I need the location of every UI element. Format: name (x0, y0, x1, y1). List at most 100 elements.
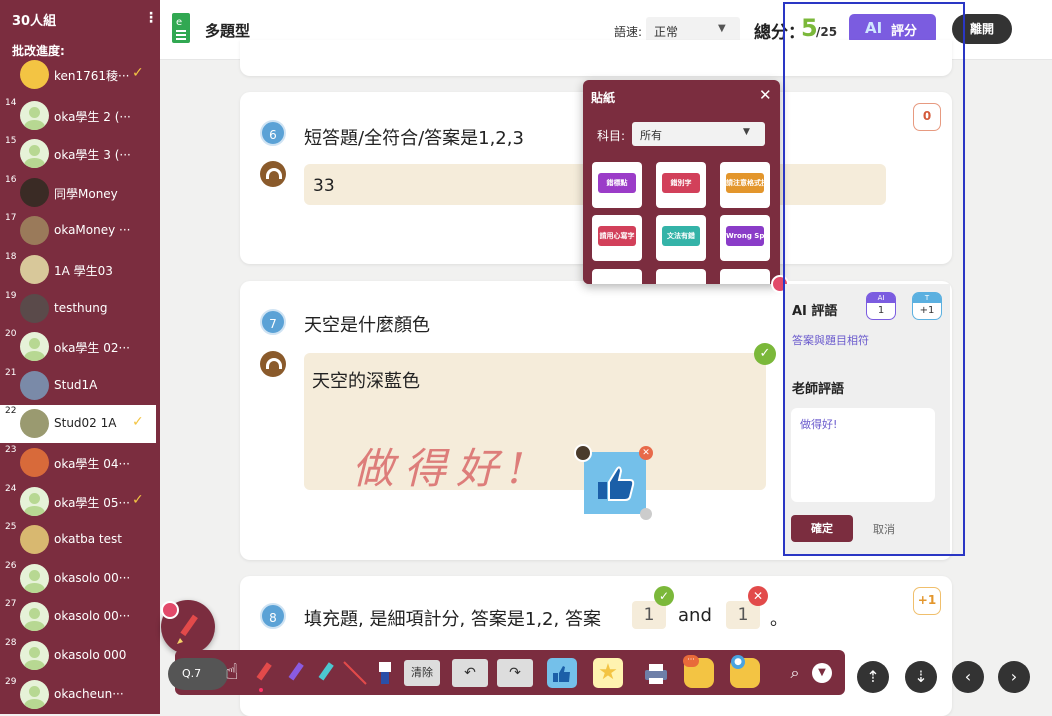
thumbs-up-sticker[interactable] (584, 452, 646, 514)
student-name: ken1761稜··· (54, 69, 130, 83)
sticker-label: Wrong Spelling (726, 226, 764, 246)
blank-value: 1 (737, 605, 749, 625)
subject-label: 科目: (597, 129, 626, 143)
sticker-item[interactable]: 文法有錯 (656, 215, 706, 261)
headphone-icon[interactable] (260, 161, 286, 187)
student-item[interactable]: 26 okasolo 00··· (0, 560, 156, 598)
eraser-icon[interactable] (370, 658, 400, 688)
avatar (20, 177, 49, 207)
sticker-label: 錯標點 (598, 173, 636, 193)
student-name: oka學生 2 (··· (54, 109, 131, 124)
question-number: 7 (260, 309, 286, 335)
cyan-marker-icon[interactable] (310, 658, 340, 688)
headphone-icon[interactable] (260, 351, 286, 377)
avatar (20, 602, 49, 632)
previous-student-upload-icon[interactable]: ⇡ (857, 661, 889, 693)
student-item[interactable]: 27 okasolo 00··· (0, 598, 156, 636)
answer-text: 天空的深藍色 (312, 371, 420, 392)
star-sticker-icon[interactable]: ★ (593, 658, 623, 688)
close-icon[interactable]: ✕ (759, 86, 772, 104)
student-number: 28 (5, 638, 17, 648)
avatar (20, 448, 49, 477)
student-item[interactable]: 17 okaMoney ··· (0, 212, 156, 250)
sticker-label: 請用心寫字 (598, 226, 636, 246)
sticker-author-avatar (574, 444, 592, 462)
microphone-icon: ● (731, 655, 745, 669)
student-item[interactable]: 16 同學Money (0, 174, 156, 212)
purple-marker-icon[interactable] (280, 658, 310, 688)
move-handle-icon[interactable] (161, 601, 179, 619)
score-badge[interactable]: +1 (913, 587, 941, 615)
student-item[interactable]: 20 oka學生 02··· (0, 328, 156, 366)
question-text: 短答題/全符合/答案是1,2,3 (304, 128, 524, 149)
sticker-item[interactable]: 請用心寫字 (592, 215, 642, 261)
redo-button[interactable]: ↷ (497, 659, 533, 687)
next-student-download-icon[interactable]: ⇣ (905, 661, 937, 693)
avatar (20, 60, 49, 89)
line-tool-icon[interactable] (340, 658, 370, 688)
avatar (20, 525, 49, 555)
student-number: 27 (5, 599, 17, 610)
student-name: oka學生 3 (··· (54, 148, 131, 163)
student-item[interactable]: 28 okasolo 000 (0, 637, 156, 675)
student-item[interactable]: 23 oka學生 04··· (0, 444, 156, 482)
student-number: 14 (5, 97, 17, 108)
graded-check-icon: ✓ (132, 414, 144, 431)
undo-button[interactable]: ↶ (452, 659, 488, 687)
question-text: 天空是什麼顏色 (304, 315, 430, 336)
sticker-label: 錯別字 (662, 173, 700, 193)
leave-label: 離開 (969, 22, 994, 36)
question-indicator-label: Q.7 (182, 667, 202, 680)
student-sidebar: 30人組 ⋮ 批改進度: ken1761稜··· ✓ 14 oka學生 2 (··· 1… (0, 0, 160, 714)
hand-pointer-icon[interactable]: ☝ (217, 658, 247, 688)
student-number: 22 (5, 406, 17, 417)
student-item[interactable]: 25 okatba test (0, 521, 156, 559)
student-item[interactable]: 18 1A 學生03 (0, 251, 156, 289)
sticker-item[interactable]: 錯別字 (656, 162, 706, 208)
next-page-icon[interactable]: › (998, 661, 1030, 693)
sticker-item[interactable] (720, 269, 770, 284)
student-item[interactable]: 14 oka學生 2 (··· (0, 97, 156, 135)
student-number: 20 (5, 329, 17, 340)
sticker-remove-icon[interactable]: ✕ (639, 446, 653, 460)
student-item[interactable]: 19 testhung (0, 290, 156, 328)
red-marker-icon[interactable] (248, 658, 278, 688)
student-number: 26 (5, 560, 17, 571)
blank-correct-icon: ✓ (654, 586, 674, 606)
avatar (20, 139, 49, 169)
sticker-item[interactable] (656, 269, 706, 284)
student-name: okasolo 000 (54, 648, 127, 662)
student-item[interactable]: 22 Stud02 1A ✓ (0, 405, 156, 444)
sticker-item[interactable]: 錯標點 (592, 162, 642, 208)
collapse-toolbar-icon[interactable]: ▼ (812, 663, 832, 683)
student-name: 同學Money (54, 186, 118, 201)
subject-select[interactable]: 所有 ▼ (632, 122, 765, 146)
student-name: 1A 學生03 (54, 264, 113, 278)
avatar (20, 370, 49, 400)
previous-page-icon[interactable]: ‹ (952, 661, 984, 693)
student-name: Stud02 1A (54, 416, 117, 431)
student-item[interactable]: 21 Stud1A (0, 367, 156, 405)
clear-button[interactable]: 清除 (404, 660, 440, 686)
avatar (20, 216, 49, 246)
student-item[interactable]: ken1761稜··· ✓ (0, 56, 156, 89)
question-text-end: 。 (770, 609, 788, 630)
zoom-icon[interactable]: ⌕ (780, 658, 810, 688)
chevron-down-icon: ▼ (718, 23, 726, 34)
blank-value: 1 (643, 605, 655, 625)
sticker-resize-icon[interactable] (640, 508, 652, 520)
more-menu-icon[interactable]: ⋮ (144, 10, 158, 26)
sticker-item[interactable]: 請注意格式抄寫 (720, 162, 770, 208)
thumbs-up-sticker-icon[interactable] (547, 658, 577, 688)
student-item[interactable]: 15 oka學生 3 (··· (0, 135, 156, 173)
correct-check-icon: ✓ (754, 343, 776, 365)
chevron-down-icon: ▼ (743, 127, 750, 137)
sticker-item[interactable] (592, 269, 642, 284)
sticker-item[interactable]: Wrong Spelling (720, 215, 770, 261)
printer-icon[interactable] (640, 658, 670, 688)
student-item[interactable]: 29 okacheun··· (0, 676, 156, 714)
question-number: 8 (260, 603, 286, 629)
student-item[interactable]: 24 oka學生 05··· ✓ (0, 483, 156, 521)
student-number: 25 (5, 522, 17, 533)
student-name: oka學生 04··· (54, 457, 130, 471)
